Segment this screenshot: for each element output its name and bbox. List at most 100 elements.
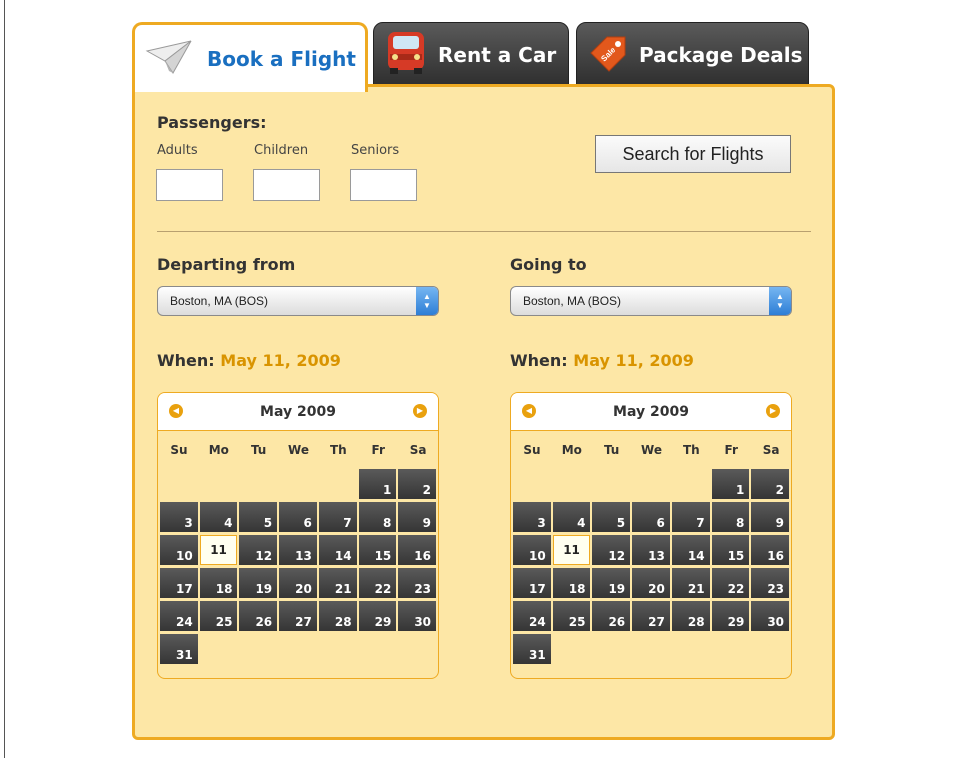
calendar-day[interactable]: 31	[160, 634, 198, 664]
calendar-day[interactable]: 22	[358, 568, 397, 598]
calendar-empty-cell	[319, 634, 357, 664]
calendar-day[interactable]: 14	[318, 535, 357, 565]
calendar-day[interactable]: 30	[398, 601, 437, 631]
going-to-select[interactable]: Boston, MA (BOS) ▲ ▼	[510, 286, 792, 316]
calendar-day[interactable]: 2	[751, 469, 790, 499]
calendar-day[interactable]: 20	[279, 568, 317, 598]
calendar-day[interactable]: 16	[751, 535, 789, 565]
calendar-empty-cell	[751, 634, 789, 664]
calendar-day[interactable]: 6	[279, 502, 317, 532]
calendar-day[interactable]: 28	[318, 601, 357, 631]
search-flights-button[interactable]: Search for Flights	[595, 135, 791, 173]
calendar-day[interactable]: 22	[711, 568, 750, 598]
calendar-empty-cell	[632, 634, 670, 664]
calendar-day[interactable]: 1	[358, 469, 397, 499]
calendar-week: 17 18 19 20 21 22 23	[513, 568, 791, 601]
calendar-day[interactable]: 23	[751, 568, 790, 598]
calendar-day[interactable]: 20	[632, 568, 670, 598]
calendar-day[interactable]: 31	[513, 634, 551, 664]
calendar-day[interactable]: 28	[671, 601, 710, 631]
calendar-day[interactable]: 4	[552, 502, 591, 532]
page-left-border	[4, 0, 5, 758]
calendar-day[interactable]: 5	[592, 502, 631, 532]
calendar-day[interactable]: 25	[199, 601, 238, 631]
calendar-day[interactable]: 4	[199, 502, 238, 532]
calendar-day[interactable]: 16	[398, 535, 436, 565]
calendar-day[interactable]: 19	[592, 568, 631, 598]
calendar-empty-cell	[359, 634, 397, 664]
calendar-day[interactable]: 19	[239, 568, 278, 598]
tab-package-deals[interactable]: Sale Package Deals	[576, 22, 809, 88]
prev-month-icon[interactable]: ◀	[522, 404, 536, 418]
calendar-week: 10 11 12 13 14 15 16	[513, 535, 791, 568]
calendar-day[interactable]: 9	[398, 502, 437, 532]
calendar-empty-cell	[279, 469, 317, 499]
calendar-day[interactable]: 25	[552, 601, 591, 631]
tab-book-a-flight[interactable]: Book a Flight	[132, 22, 368, 92]
departing-calendar: ◀ May 2009 ▶ Su Mo Tu We Th Fr Sa 1 2 3 4 5 6 7 8 9 10 1…	[157, 392, 439, 679]
tab-rent-a-car[interactable]: Rent a Car	[373, 22, 569, 88]
calendar-week: 31	[160, 634, 438, 667]
weekday-label: Fr	[724, 443, 738, 457]
calendar-day-selected[interactable]: 11	[552, 535, 591, 565]
calendar-day[interactable]: 12	[239, 535, 278, 565]
calendar-day[interactable]: 5	[239, 502, 278, 532]
calendar-day[interactable]: 14	[671, 535, 710, 565]
calendar-empty-cell	[200, 469, 238, 499]
calendar-day[interactable]: 13	[632, 535, 670, 565]
calendar-day[interactable]: 1	[711, 469, 750, 499]
calendar-day[interactable]: 29	[358, 601, 397, 631]
calendar-day[interactable]: 29	[711, 601, 750, 631]
calendar-empty-cell	[672, 634, 710, 664]
weekday-label: We	[641, 443, 662, 457]
calendar-day[interactable]: 12	[592, 535, 631, 565]
calendar-day[interactable]: 21	[671, 568, 710, 598]
calendar-day[interactable]: 26	[239, 601, 278, 631]
calendar-day[interactable]: 23	[398, 568, 437, 598]
calendar-empty-cell	[672, 469, 710, 499]
next-month-icon[interactable]: ▶	[413, 404, 427, 418]
calendar-day[interactable]: 7	[671, 502, 710, 532]
calendar-day[interactable]: 6	[632, 502, 670, 532]
children-label: Children	[254, 143, 309, 158]
weekday-label: Mo	[561, 443, 582, 457]
children-input[interactable]	[253, 169, 320, 201]
calendar-day[interactable]: 10	[513, 535, 551, 565]
calendar-week: 3456789	[160, 502, 438, 535]
calendar-day[interactable]: 3	[513, 502, 551, 532]
calendar-day[interactable]: 15	[358, 535, 397, 565]
adults-input[interactable]	[156, 169, 223, 201]
calendar-day[interactable]: 21	[318, 568, 357, 598]
calendar-day[interactable]: 13	[279, 535, 317, 565]
calendar-empty-cell	[200, 634, 238, 664]
calendar-day[interactable]: 2	[398, 469, 437, 499]
calendar-empty-cell	[398, 634, 436, 664]
prev-month-icon[interactable]: ◀	[169, 404, 183, 418]
going-when-date: May 11, 2009	[573, 351, 694, 370]
calendar-day[interactable]: 8	[711, 502, 750, 532]
departing-when: When: May 11, 2009	[157, 351, 341, 370]
calendar-day[interactable]: 26	[592, 601, 631, 631]
calendar-week: 12	[513, 469, 791, 502]
calendar-day[interactable]: 17	[513, 568, 551, 598]
calendar-day[interactable]: 7	[318, 502, 357, 532]
weekday-label: Su	[170, 443, 188, 457]
calendar-day[interactable]: 30	[751, 601, 790, 631]
next-month-icon[interactable]: ▶	[766, 404, 780, 418]
calendar-day-selected[interactable]: 11	[199, 535, 238, 565]
calendar-day[interactable]: 8	[358, 502, 397, 532]
calendar-day[interactable]: 17	[160, 568, 198, 598]
calendar-empty-cell	[239, 634, 277, 664]
calendar-day[interactable]: 24	[513, 601, 551, 631]
calendar-day[interactable]: 18	[199, 568, 238, 598]
calendar-day[interactable]: 3	[160, 502, 198, 532]
seniors-input[interactable]	[350, 169, 417, 201]
calendar-day[interactable]: 27	[279, 601, 317, 631]
calendar-day[interactable]: 18	[552, 568, 591, 598]
calendar-day[interactable]: 15	[711, 535, 750, 565]
calendar-day[interactable]: 10	[160, 535, 198, 565]
calendar-day[interactable]: 27	[632, 601, 670, 631]
calendar-day[interactable]: 24	[160, 601, 198, 631]
departing-from-select[interactable]: Boston, MA (BOS) ▲ ▼	[157, 286, 439, 316]
calendar-day[interactable]: 9	[751, 502, 790, 532]
